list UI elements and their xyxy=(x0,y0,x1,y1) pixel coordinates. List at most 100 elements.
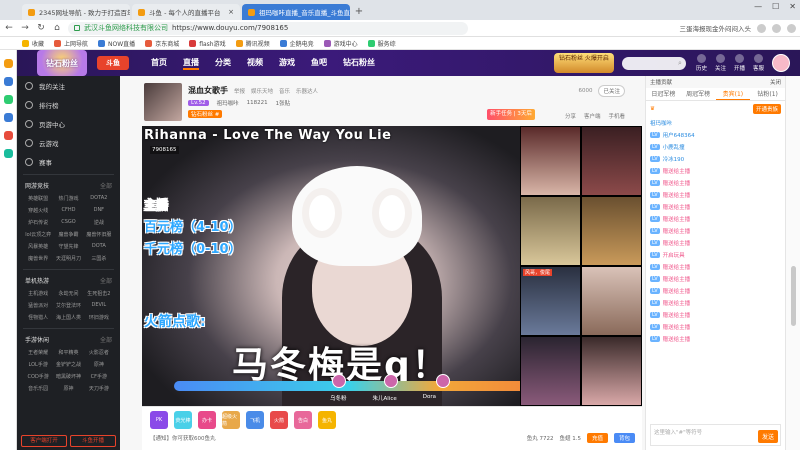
category-link[interactable]: CFHD xyxy=(53,207,83,214)
category-link[interactable]: 魔兽争霸 xyxy=(53,231,83,238)
maximize-icon[interactable]: ☐ xyxy=(772,2,779,11)
category-tag[interactable]: 音乐 xyxy=(279,87,290,95)
tab-vip[interactable]: 贵宾(1) xyxy=(715,88,751,100)
diamond-promo-banner[interactable]: 钻石粉丝 火爆开启 xyxy=(553,53,614,73)
bookmark-item[interactable]: 游戏中心 xyxy=(323,39,358,48)
guest-cam[interactable]: 风哥，俊尾 xyxy=(520,266,581,336)
guest-cam[interactable] xyxy=(581,196,642,266)
service-button[interactable]: 客服 xyxy=(753,54,764,72)
category-link[interactable]: 魔兽怀旧服 xyxy=(84,231,114,238)
douyu-logo[interactable]: 斗鱼 xyxy=(97,56,129,70)
new-tab-button[interactable]: + xyxy=(352,4,366,20)
nav-home[interactable]: 首页 xyxy=(151,57,167,70)
follow-button[interactable]: 关注 xyxy=(715,54,726,72)
bookmark-item[interactable]: 企鹅电竞 xyxy=(279,39,314,48)
category-link[interactable]: LOL手游 xyxy=(23,361,53,368)
follow-button[interactable]: 已关注 xyxy=(598,85,625,97)
category-link[interactable]: 猛兽派对 xyxy=(23,302,53,309)
side-app-icon[interactable] xyxy=(3,131,13,140)
mobile-watch-button[interactable]: 手机看 xyxy=(608,112,625,120)
close-tab-icon[interactable]: × xyxy=(228,8,234,16)
tab-weekly-rank[interactable]: 周冠军榜 xyxy=(681,88,716,100)
search-input[interactable]: ⌕ xyxy=(621,56,686,70)
category-link[interactable]: 魔兽世界 xyxy=(23,255,53,262)
category-link[interactable]: DEVIL xyxy=(84,302,114,309)
sidebar-item-following[interactable]: 我的关注 xyxy=(17,76,120,95)
more-link[interactable]: 全部 xyxy=(100,335,112,344)
category-link[interactable]: 艾尔登法环 xyxy=(53,302,83,309)
gift-confession[interactable]: 告白 xyxy=(294,411,312,429)
guest-cam[interactable] xyxy=(581,336,642,406)
gift-card[interactable]: 办卡 xyxy=(198,411,216,429)
gift-rocket[interactable]: 火箭 xyxy=(270,411,288,429)
category-link[interactable]: 风暴英雄 xyxy=(23,243,53,250)
category-link[interactable]: 穿越火线 xyxy=(23,207,53,214)
bookmark-item[interactable]: 服务综 xyxy=(367,39,396,48)
category-link[interactable]: DNF xyxy=(84,207,114,214)
backpack-button[interactable]: 背包 xyxy=(613,433,635,443)
tab-daily-rank[interactable]: 日冠军榜 xyxy=(646,88,681,100)
sidebar-item-cloudgame[interactable]: 云游戏 xyxy=(17,133,120,152)
guest-cam[interactable] xyxy=(581,126,642,196)
tab-diamond-fans[interactable]: 钻粉(1) xyxy=(750,88,785,100)
nav-yuba[interactable]: 鱼吧 xyxy=(311,57,327,70)
open-noble-button[interactable]: 开通贵族 xyxy=(752,104,781,114)
menu-icon[interactable] xyxy=(787,23,796,33)
category-tag[interactable]: 乐器达人 xyxy=(296,87,318,95)
broadcast-button[interactable]: 开播 xyxy=(734,54,745,72)
side-app-icon[interactable] xyxy=(3,113,13,122)
category-link[interactable]: 原神 xyxy=(53,385,83,392)
browser-tab[interactable]: 2345网址导航 - 致力于打造百年品牌× xyxy=(22,4,130,20)
pk-avatar[interactable] xyxy=(436,374,450,388)
category-link[interactable]: 海上国人类 xyxy=(53,314,83,321)
category-link[interactable]: 天涯明月刀 xyxy=(53,255,83,262)
category-link[interactable]: 暗黑破坏神 xyxy=(53,373,83,380)
recharge-button[interactable]: 充值 xyxy=(586,433,608,443)
category-link[interactable]: 主机游戏 xyxy=(23,290,53,297)
user-avatar[interactable] xyxy=(772,54,790,72)
side-app-icon[interactable] xyxy=(3,149,13,158)
newbie-task-banner[interactable]: 新手任务 | 3天后 xyxy=(487,109,535,120)
search-icon[interactable]: ⌕ xyxy=(678,59,682,68)
category-link[interactable]: 逆战 xyxy=(84,219,114,226)
client-button[interactable]: 客户端 xyxy=(584,112,601,120)
sidebar-item-ranking[interactable]: 排行榜 xyxy=(17,95,120,114)
category-link[interactable]: CF手游 xyxy=(84,373,114,380)
home-icon[interactable]: ⌂ xyxy=(52,23,62,33)
category-tag[interactable]: 娱乐天地 xyxy=(251,87,273,95)
side-app-icon[interactable] xyxy=(3,77,13,86)
category-link[interactable]: 王者荣耀 xyxy=(23,349,53,356)
bookmark-item[interactable]: flash游戏 xyxy=(189,39,226,48)
forward-icon[interactable]: → xyxy=(20,23,30,33)
bookmark-item[interactable]: 腾讯视频 xyxy=(235,39,270,48)
diamond-fan-logo[interactable]: 钻石粉丝 xyxy=(37,50,87,76)
bookmark-item[interactable]: 京东商城 xyxy=(145,39,179,48)
side-app-icon[interactable] xyxy=(3,95,13,104)
gift-fishball[interactable]: 鱼丸 xyxy=(318,411,336,429)
nav-category[interactable]: 分类 xyxy=(215,57,231,70)
scrollbar-thumb[interactable] xyxy=(790,266,796,326)
extension-icon[interactable] xyxy=(772,23,781,33)
gift-plane[interactable]: 飞机 xyxy=(246,411,264,429)
category-link[interactable]: 和平精英 xyxy=(53,349,83,356)
url-input[interactable]: 武汉斗鱼网络科技有限公司 https://www.douyu.com/79081… xyxy=(68,21,468,35)
category-link[interactable]: 金铲铲之战 xyxy=(53,361,83,368)
open-client-button[interactable]: 客户端打开 xyxy=(21,435,67,447)
minimize-icon[interactable]: — xyxy=(754,2,762,11)
start-broadcast-button[interactable]: 斗鱼开播 xyxy=(70,435,116,447)
more-link[interactable]: 全部 xyxy=(100,276,112,285)
bookmark-item[interactable]: 收藏 xyxy=(22,39,44,48)
nav-diamond-fans[interactable]: 钻石粉丝 xyxy=(343,57,375,70)
anchor-avatar[interactable] xyxy=(144,83,182,121)
category-link[interactable]: DOTA2 xyxy=(84,195,114,202)
gift-glowstick[interactable]: 荧光棒 xyxy=(174,411,192,429)
browser-tab[interactable]: 斗鱼 - 每个人的直播平台 × xyxy=(132,4,240,20)
contribution-label[interactable]: 主播贡献 xyxy=(650,78,672,86)
sidebar-item-events[interactable]: 赛事 xyxy=(17,152,120,171)
category-link[interactable]: 永劫无间 xyxy=(53,290,83,297)
category-link[interactable]: 生死狙击2 xyxy=(84,290,114,297)
video-player[interactable]: Rihanna - Love The Way You Lie 7908165 主… xyxy=(142,126,642,406)
back-icon[interactable]: ← xyxy=(4,23,14,33)
bookmark-item[interactable]: NOW直播 xyxy=(98,39,135,48)
pk-avatar[interactable] xyxy=(384,374,398,388)
